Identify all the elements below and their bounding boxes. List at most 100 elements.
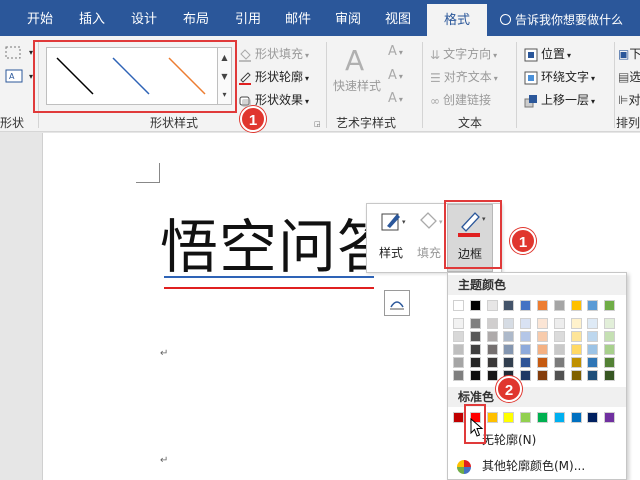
theme-shade-swatch[interactable] xyxy=(503,331,515,342)
create-link-button[interactable]: ∞ 创建链接 xyxy=(430,91,491,108)
shape-outline-button[interactable]: 形状轮廓 ▾ xyxy=(238,68,309,85)
position-button[interactable]: 位置 ▾ xyxy=(524,45,571,62)
tab-format[interactable]: 格式 xyxy=(427,4,487,36)
theme-shade-swatch[interactable] xyxy=(604,318,616,329)
theme-shade-swatch[interactable] xyxy=(570,370,582,381)
dialog-launcher-icon[interactable]: ◲ xyxy=(314,120,321,128)
mini-style-button[interactable]: ▾ 样式 xyxy=(371,204,411,272)
theme-color-swatch[interactable] xyxy=(604,300,616,311)
more-outline-colors-item[interactable]: 其他轮廓颜色(M)... xyxy=(448,455,626,477)
theme-shade-swatch[interactable] xyxy=(469,357,481,368)
theme-shade-swatch[interactable] xyxy=(587,331,599,342)
theme-shade-swatch[interactable] xyxy=(469,318,481,329)
theme-shade-swatch[interactable] xyxy=(520,344,532,355)
theme-shade-swatch[interactable] xyxy=(486,357,498,368)
theme-shade-swatch[interactable] xyxy=(453,318,464,329)
theme-shade-swatch[interactable] xyxy=(486,318,498,329)
tab-mailings[interactable]: 邮件 xyxy=(272,0,324,36)
theme-shade-swatch[interactable] xyxy=(453,331,464,342)
theme-shade-swatch[interactable] xyxy=(486,344,498,355)
text-direction-button[interactable]: ⇊ 文字方向 ▾ xyxy=(430,45,497,62)
theme-shade-swatch[interactable] xyxy=(604,357,616,368)
standard-color-swatch[interactable] xyxy=(537,412,548,423)
theme-shade-swatch[interactable] xyxy=(453,370,464,381)
theme-color-swatch[interactable] xyxy=(553,300,565,311)
theme-shade-swatch[interactable] xyxy=(553,370,565,381)
theme-shade-swatch[interactable] xyxy=(587,370,599,381)
theme-shade-swatch[interactable] xyxy=(503,357,515,368)
theme-color-swatch[interactable] xyxy=(486,300,498,311)
standard-color-swatch[interactable] xyxy=(503,412,515,423)
theme-shade-swatch[interactable] xyxy=(537,370,548,381)
theme-color-swatch[interactable] xyxy=(469,300,481,311)
text-effects-button[interactable]: A ▾ xyxy=(388,91,403,106)
theme-shade-swatch[interactable] xyxy=(553,331,565,342)
tell-me-search[interactable]: 告诉我你想要做什么 xyxy=(500,0,623,36)
standard-color-swatch[interactable] xyxy=(520,412,532,423)
standard-color-swatch[interactable] xyxy=(604,412,616,423)
theme-shade-swatch[interactable] xyxy=(469,344,481,355)
theme-shade-swatch[interactable] xyxy=(570,344,582,355)
theme-color-swatch[interactable] xyxy=(570,300,582,311)
theme-shade-swatch[interactable] xyxy=(553,318,565,329)
theme-shade-swatch[interactable] xyxy=(520,318,532,329)
edit-shape-dropdown[interactable]: ▾ xyxy=(29,48,33,57)
gallery-scroll-controls[interactable]: ▲ ▼ ▾ xyxy=(218,47,232,105)
theme-shade-swatch[interactable] xyxy=(453,357,464,368)
text-fill-button[interactable]: A ▾ xyxy=(388,44,403,59)
mini-fill-button[interactable]: ▾ 填充 xyxy=(409,204,449,272)
text-box-dropdown[interactable]: ▾ xyxy=(29,72,33,81)
theme-color-swatch[interactable] xyxy=(503,300,515,311)
tab-references[interactable]: 引用 xyxy=(222,0,274,36)
theme-shade-swatch[interactable] xyxy=(503,344,515,355)
theme-color-swatch[interactable] xyxy=(520,300,532,311)
theme-shade-swatch[interactable] xyxy=(520,331,532,342)
theme-shade-swatch[interactable] xyxy=(486,370,498,381)
mini-outline-button[interactable]: ▾ 边框 xyxy=(447,204,493,272)
tab-view[interactable]: 视图 xyxy=(372,0,424,36)
standard-color-swatch[interactable] xyxy=(453,412,464,423)
theme-shade-swatch[interactable] xyxy=(537,318,548,329)
theme-shade-swatch[interactable] xyxy=(469,370,481,381)
wrap-text-button[interactable]: 环绕文字 ▾ xyxy=(524,68,595,85)
theme-shade-swatch[interactable] xyxy=(537,344,548,355)
theme-shade-swatch[interactable] xyxy=(604,344,616,355)
quick-styles-button[interactable]: A 快速样式 xyxy=(332,44,382,108)
theme-shade-swatch[interactable] xyxy=(587,318,599,329)
tab-layout[interactable]: 布局 xyxy=(170,0,222,36)
tab-design[interactable]: 设计 xyxy=(118,0,170,36)
theme-color-swatch[interactable] xyxy=(453,300,464,311)
theme-shade-swatch[interactable] xyxy=(553,344,565,355)
gallery-more-icon[interactable]: ▾ xyxy=(218,86,231,104)
theme-shade-swatch[interactable] xyxy=(520,357,532,368)
blue-line-shape[interactable] xyxy=(164,276,374,278)
theme-shade-swatch[interactable] xyxy=(453,344,464,355)
send-backward-button[interactable]: ▣下 xyxy=(618,45,640,62)
document-heading[interactable]: 悟空问答 xyxy=(160,200,396,284)
theme-color-swatch[interactable] xyxy=(537,300,548,311)
theme-shade-swatch[interactable] xyxy=(587,357,599,368)
theme-shade-swatch[interactable] xyxy=(486,331,498,342)
tab-home[interactable]: 开始 xyxy=(14,0,66,36)
gallery-down-icon[interactable]: ▼ xyxy=(218,67,231,86)
theme-shade-swatch[interactable] xyxy=(553,357,565,368)
bring-forward-button[interactable]: 上移一层 ▾ xyxy=(524,91,595,108)
standard-color-swatch[interactable] xyxy=(553,412,565,423)
theme-shade-swatch[interactable] xyxy=(520,370,532,381)
align-objects-button[interactable]: ⊫对 xyxy=(618,91,640,108)
theme-shade-swatch[interactable] xyxy=(537,331,548,342)
selection-pane-button[interactable]: ▤选 xyxy=(618,68,640,85)
shape-effects-button[interactable]: 形状效果 ▾ xyxy=(238,91,309,108)
text-box-icon[interactable]: A xyxy=(4,68,26,84)
red-line-shape[interactable] xyxy=(164,287,374,289)
theme-shade-swatch[interactable] xyxy=(587,344,599,355)
theme-shade-swatch[interactable] xyxy=(537,357,548,368)
text-outline-button[interactable]: A ▾ xyxy=(388,68,403,83)
layout-options-button[interactable] xyxy=(384,290,410,316)
tab-insert[interactable]: 插入 xyxy=(66,0,118,36)
theme-shade-swatch[interactable] xyxy=(570,357,582,368)
theme-shade-swatch[interactable] xyxy=(469,331,481,342)
standard-color-swatch[interactable] xyxy=(587,412,599,423)
theme-color-swatch[interactable] xyxy=(587,300,599,311)
theme-shade-swatch[interactable] xyxy=(570,331,582,342)
